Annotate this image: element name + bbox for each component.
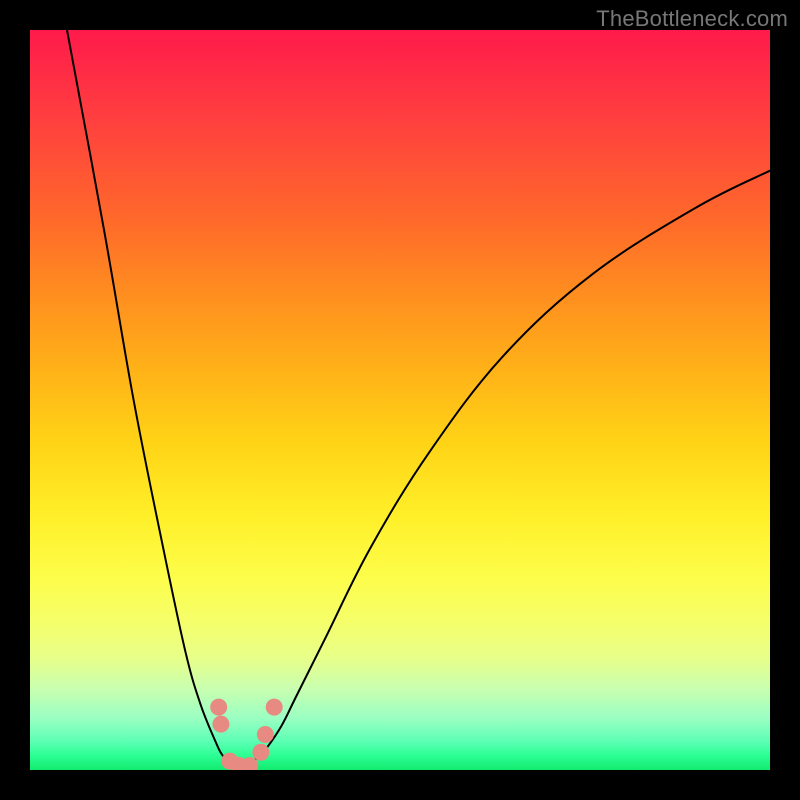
data-marker [252, 744, 269, 761]
data-marker [257, 726, 274, 743]
left-curve [67, 30, 237, 770]
curve-layer [30, 30, 770, 770]
data-marker [212, 716, 229, 733]
right-curve [245, 171, 770, 770]
chart-frame: TheBottleneck.com [0, 0, 800, 800]
data-marker [266, 699, 283, 716]
watermark-text: TheBottleneck.com [596, 6, 788, 32]
data-marker [210, 699, 227, 716]
plot-area [30, 30, 770, 770]
marker-group [210, 699, 283, 770]
